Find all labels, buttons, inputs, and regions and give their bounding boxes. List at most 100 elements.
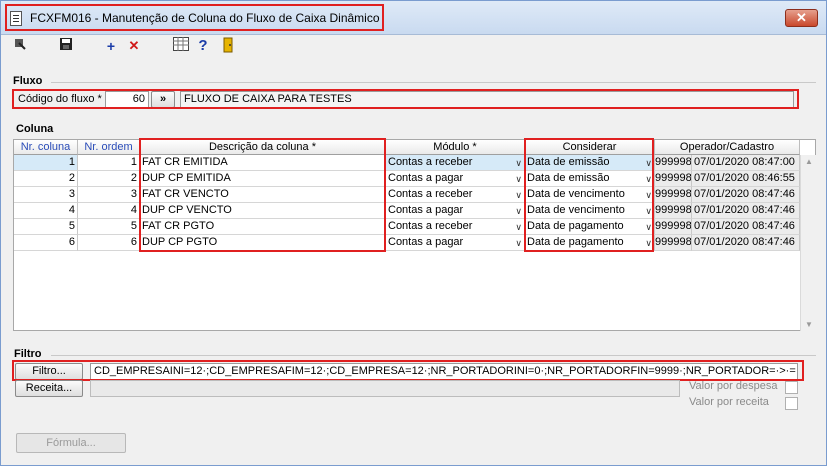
add-icon[interactable]: + [102,37,120,55]
cell-cadastro: 07/01/2020 08:46:55 [692,171,800,187]
cell-operador: 999998 [655,155,692,171]
cell-nr-coluna[interactable]: 3 [14,187,78,203]
cell-cadastro: 07/01/2020 08:47:46 [692,219,800,235]
grid-icon[interactable] [172,37,190,55]
cell-cadastro: 07/01/2020 08:47:00 [692,155,800,171]
window-title: FCXFM016 - Manutenção de Coluna do Fluxo… [30,11,380,25]
cell-operador: 999998 [655,219,692,235]
valor-receita-label: Valor por receita [689,396,769,408]
cell-nr-coluna[interactable]: 5 [14,219,78,235]
header-descricao[interactable]: Descrição da coluna * [140,140,386,155]
cell-modulo-text: Contas a receber [388,220,473,232]
cell-considerar[interactable]: Data de pagamento ∨ [525,235,655,251]
cell-considerar-text: Data de pagamento [527,236,624,248]
header-nr-coluna[interactable]: Nr. coluna [14,140,78,155]
fluxo-lookup-button[interactable]: » [151,91,175,108]
scroll-down-icon[interactable]: ▼ [805,320,813,329]
codigo-fluxo-input[interactable]: 60 [105,91,149,108]
cell-nr-coluna[interactable]: 4 [14,203,78,219]
help-icon[interactable]: ? [194,37,212,55]
cell-modulo[interactable]: Contas a receber ∨ [386,187,525,203]
scroll-up-icon[interactable]: ▲ [805,157,813,166]
header-modulo[interactable]: Módulo * [386,140,525,155]
cell-descricao[interactable]: DUP CP EMITIDA [140,171,386,187]
cell-considerar[interactable]: Data de emissão ∨ [525,171,655,187]
header-operador-cadastro[interactable]: Operador/Cadastro [655,140,800,155]
formula-button[interactable]: Fórmula... [16,433,126,453]
cell-considerar[interactable]: Data de emissão ∨ [525,155,655,171]
cell-nr-coluna[interactable]: 2 [14,171,78,187]
receita-field [90,380,680,397]
cell-nr-ordem[interactable]: 5 [78,219,140,235]
cell-cadastro: 07/01/2020 08:47:46 [692,203,800,219]
save-icon[interactable] [57,37,75,55]
cell-considerar-text: Data de pagamento [527,220,624,232]
cell-descricao[interactable]: DUP CP VENCTO [140,203,386,219]
chevron-down-icon[interactable]: ∨ [645,172,652,186]
chevron-down-icon[interactable]: ∨ [515,220,522,234]
cell-modulo-text: Contas a pagar [388,172,464,184]
cell-considerar[interactable]: Data de pagamento ∨ [525,219,655,235]
cell-operador: 999998 [655,171,692,187]
toolbar: + ✕ ? [1,35,826,57]
header-considerar[interactable]: Considerar [525,140,655,155]
cell-nr-ordem[interactable]: 4 [78,203,140,219]
cell-descricao[interactable]: DUP CP PGTO [140,235,386,251]
cell-nr-ordem[interactable]: 1 [78,155,140,171]
cell-nr-ordem[interactable]: 2 [78,171,140,187]
coluna-group-label: Coluna [16,123,54,135]
chevron-down-icon[interactable]: ∨ [515,204,522,218]
chevron-down-icon[interactable]: ∨ [645,188,652,202]
receita-button[interactable]: Receita... [15,380,83,397]
chevron-down-icon[interactable]: ∨ [645,156,652,170]
cell-nr-ordem[interactable]: 6 [78,235,140,251]
chevron-down-icon[interactable]: ∨ [515,156,522,170]
cell-operador: 999998 [655,235,692,251]
cell-considerar[interactable]: Data de vencimento ∨ [525,187,655,203]
cell-descricao[interactable]: FAT CR PGTO [140,219,386,235]
cell-descricao[interactable]: FAT CR EMITIDA [140,155,386,171]
chevron-down-icon[interactable]: ∨ [645,220,652,234]
chevron-down-icon[interactable]: ∨ [515,172,522,186]
cell-modulo[interactable]: Contas a pagar ∨ [386,235,525,251]
fluxo-description-field: FLUXO DE CAIXA PARA TESTES [180,91,794,108]
chevron-down-icon[interactable]: ∨ [515,236,522,250]
cell-nr-ordem[interactable]: 3 [78,187,140,203]
columns-grid: Nr. coluna Nr. ordem Descrição da coluna… [13,139,816,331]
cell-modulo-text: Contas a receber [388,188,473,200]
close-button[interactable]: ✕ [785,9,818,27]
cell-considerar[interactable]: Data de vencimento ∨ [525,203,655,219]
cell-operador: 999998 [655,187,692,203]
cell-considerar-text: Data de emissão [527,172,610,184]
cell-modulo-text: Contas a pagar [388,204,464,216]
cell-nr-coluna[interactable]: 6 [14,235,78,251]
header-nr-ordem[interactable]: Nr. ordem [78,140,140,155]
cell-descricao[interactable]: FAT CR VENCTO [140,187,386,203]
cell-considerar-text: Data de vencimento [527,188,625,200]
cell-modulo-text: Contas a receber [388,156,473,168]
valor-receita-checkbox[interactable] [785,397,798,410]
delete-icon[interactable]: ✕ [125,37,143,55]
cell-considerar-text: Data de emissão [527,156,610,168]
cell-modulo[interactable]: Contas a pagar ∨ [386,171,525,187]
chevron-down-icon[interactable]: ∨ [515,188,522,202]
chevron-down-icon[interactable]: ∨ [645,204,652,218]
cell-modulo[interactable]: Contas a receber ∨ [386,155,525,171]
valor-despesa-label: Valor por despesa [689,380,778,392]
cell-modulo[interactable]: Contas a pagar ∨ [386,203,525,219]
cell-cadastro: 07/01/2020 08:47:46 [692,187,800,203]
door-icon[interactable] [219,37,237,55]
valor-despesa-checkbox[interactable] [785,381,798,394]
main-window: FCXFM016 - Manutenção de Coluna do Fluxo… [0,0,827,466]
grid-vertical-scrollbar[interactable]: ▲ ▼ [800,155,816,331]
filtro-field[interactable]: CD_EMPRESAINI=12·;CD_EMPRESAFIM=12·;CD_E… [90,363,798,380]
cell-modulo[interactable]: Contas a receber ∨ [386,219,525,235]
cell-cadastro: 07/01/2020 08:47:46 [692,235,800,251]
chevron-down-icon[interactable]: ∨ [645,236,652,250]
cell-nr-coluna[interactable]: 1 [14,155,78,171]
fluxo-group-label: Fluxo [13,75,43,87]
cell-modulo-text: Contas a pagar [388,236,464,248]
cell-operador: 999998 [655,203,692,219]
filtro-button[interactable]: Filtro... [15,363,83,380]
exit-arrow-icon[interactable] [11,37,29,55]
